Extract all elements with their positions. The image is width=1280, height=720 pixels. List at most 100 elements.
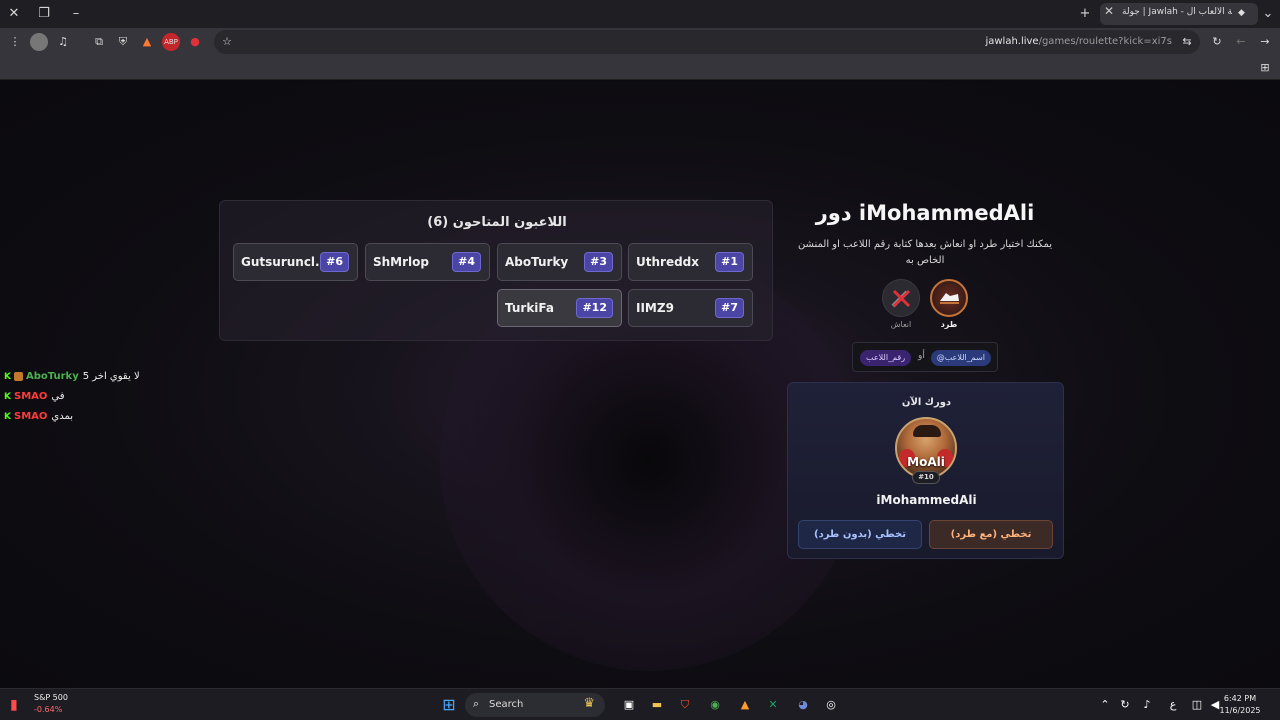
chat-message: K SMAO بمدي <box>4 407 184 427</box>
stock-change: -0.64% <box>34 705 63 714</box>
sync-icon[interactable]: ↻ <box>1116 696 1134 714</box>
new-tab-icon[interactable]: + <box>1075 4 1095 24</box>
taskbar-search[interactable]: ⌕ Search ♛ <box>465 693 605 717</box>
forward-icon[interactable]: ← <box>1232 33 1250 51</box>
bookmark-star-icon[interactable]: ☆ <box>218 33 236 51</box>
kick-label: طرد <box>940 320 958 329</box>
player-name: AboTurky <box>505 255 569 269</box>
player-number: #12 <box>576 298 613 318</box>
kick-action-button[interactable]: طرد <box>928 279 970 329</box>
apps-grid-icon[interactable]: ⊞ <box>1256 59 1274 77</box>
menu-icon[interactable]: ⋮ <box>6 33 24 51</box>
hint-or-text: أو <box>918 351 925 361</box>
player-card[interactable]: ShMrlop #4 <box>365 243 490 281</box>
browser-tab[interactable]: ✕ جولة | Jawlah - منصة الألعاب ال... ◆ <box>1100 3 1258 25</box>
file-explorer-icon[interactable]: ▬ <box>648 696 666 714</box>
adblock-icon[interactable]: ABP <box>162 33 180 51</box>
search-label: Search <box>489 699 524 710</box>
shield-icon[interactable]: ⛨ <box>114 33 132 51</box>
skip-no-kick-button[interactable]: تخطي (بدون طرد) <box>798 520 922 549</box>
microphone-icon[interactable]: ♪ <box>1138 696 1156 714</box>
restore-window-icon[interactable]: ❐ <box>34 4 54 24</box>
hint-player-mention: @اسم_اللاعب <box>930 350 991 366</box>
stock-name: S&P 500 <box>34 693 68 702</box>
media-icon[interactable]: ♫ <box>54 33 72 51</box>
chat-message: K SMAO في <box>4 387 184 407</box>
player-name: IIMZ9 <box>636 301 674 315</box>
player-card[interactable]: Gutsuruncl... #6 <box>233 243 358 281</box>
url-text[interactable]: jawlah.live/games/roulette?kick=xi7s <box>985 36 1172 47</box>
kick-shoe-icon <box>930 279 968 317</box>
chat-overlay: K AboTurky لا يقوي اخر 5 K SMAO في K SMAO بمدي <box>4 367 184 427</box>
profile-avatar[interactable] <box>30 33 48 51</box>
player-number-badge: #10 <box>912 471 940 484</box>
windows-taskbar: ▮ S&P 500 -0.64% ⊞ ⌕ Search ♛ ▣ ▬ ⛉ ◉ ▲ … <box>0 688 1280 720</box>
tab-search-icon[interactable]: ⌄ <box>1258 4 1278 24</box>
game-page: اللاعبون المتاحون (6) Uthreddx #1 AboTur… <box>0 81 1280 688</box>
chat-text: لا يقوي اخر 5 <box>82 371 140 382</box>
hint-player-number: رقم_اللاعب <box>860 350 912 366</box>
player-card[interactable]: TurkiFa #12 <box>497 289 622 327</box>
show-hidden-icons-icon[interactable]: ⌃ <box>1096 696 1114 714</box>
reload-icon[interactable]: ↻ <box>1208 33 1226 51</box>
address-bar[interactable]: ☆ jawlah.live/games/roulette?kick=xi7s ⇆ <box>214 30 1200 54</box>
player-name: Gutsuruncl... <box>241 255 329 269</box>
chat-text: بمدي <box>51 411 74 422</box>
chrome-icon[interactable]: ◉ <box>706 696 724 714</box>
close-window-icon[interactable]: ✕ <box>4 4 24 24</box>
kick-badge-icon: K <box>4 372 11 382</box>
kick-badge-icon: K <box>4 392 11 402</box>
windows-start-icon[interactable]: ⊞ <box>440 696 458 714</box>
available-players-panel: اللاعبون المتاحون (6) Uthreddx #1 AboTur… <box>219 200 773 341</box>
brave-rewards-icon[interactable]: ▲ <box>138 33 156 51</box>
turn-title: دور iMohammedAli <box>815 201 1035 225</box>
player-card[interactable]: IIMZ9 #7 <box>628 289 753 327</box>
player-name: Uthreddx <box>636 255 699 269</box>
app-triangle-icon[interactable]: ▲ <box>736 696 754 714</box>
player-card[interactable]: Uthreddx #1 <box>628 243 753 281</box>
player-card[interactable]: AboTurky #3 <box>497 243 622 281</box>
browser-tab-bar: ✕ ❐ – + ✕ جولة | Jawlah - منصة الألعاب ا… <box>0 0 1280 28</box>
site-favicon-icon: ◆ <box>1238 8 1245 18</box>
back-icon[interactable]: → <box>1256 33 1274 51</box>
site-settings-icon[interactable]: ⇆ <box>1178 33 1196 51</box>
avatar: MoAli <box>895 417 957 479</box>
revive-label: انعاش <box>890 320 912 329</box>
clock-date: 11/6/2025 <box>1219 706 1261 715</box>
kick-badge-icon: K <box>4 412 11 422</box>
app-circle-icon[interactable]: ◎ <box>822 696 840 714</box>
record-icon[interactable]: ● <box>186 33 204 51</box>
extensions-icon[interactable]: ⧉ <box>90 33 108 51</box>
chat-username: SMAO <box>14 391 48 402</box>
task-view-icon[interactable]: ▣ <box>620 696 638 714</box>
search-highlight-icon: ♛ <box>583 696 595 711</box>
browser-toolbar: ⋮ ♫ ⧉ ⛨ ▲ ABP ● ☆ jawlah.live/games/roul… <box>0 28 1280 56</box>
players-panel-title: اللاعبون المتاحون (6) <box>427 215 567 230</box>
tab-close-icon[interactable]: ✕ <box>1104 4 1114 18</box>
bookmarks-bar: ⊞ <box>0 56 1280 80</box>
revive-action-button[interactable]: انعاش <box>880 279 922 329</box>
excel-icon[interactable]: ✕ <box>764 696 782 714</box>
current-turn-card: دورك الآن MoAli #10 iMohammedAli تخطي (م… <box>787 382 1064 559</box>
player-name: ShMrlop <box>373 255 429 269</box>
player-number: #4 <box>452 252 481 272</box>
language-icon[interactable]: ع <box>1164 696 1182 714</box>
chat-message: K AboTurky لا يقوي اخر 5 <box>4 367 184 387</box>
player-number: #1 <box>715 252 744 272</box>
tab-title: جولة | Jawlah - منصة الألعاب ال... <box>1122 7 1232 17</box>
player-name: TurkiFa <box>505 301 555 315</box>
clock[interactable]: 6:42 PM 11/6/2025 <box>1210 693 1270 717</box>
subscriber-badge-icon <box>14 371 23 381</box>
network-icon[interactable]: ◫ <box>1188 696 1206 714</box>
brave-browser-icon[interactable]: ⛉ <box>676 696 694 714</box>
player-number: #7 <box>715 298 744 318</box>
avatar-text: MoAli <box>907 455 945 469</box>
input-hint-box: @اسم_اللاعب أو رقم_اللاعب <box>852 342 998 372</box>
discord-icon[interactable]: ◕ <box>794 696 812 714</box>
revive-syringe-icon <box>882 279 920 317</box>
current-player-name: iMohammedAli <box>876 493 977 507</box>
clock-time: 6:42 PM <box>1223 694 1257 703</box>
skip-with-kick-button[interactable]: تخطي (مع طرد) <box>929 520 1053 549</box>
minimize-window-icon[interactable]: – <box>66 4 86 24</box>
avatar-hair <box>913 425 941 437</box>
